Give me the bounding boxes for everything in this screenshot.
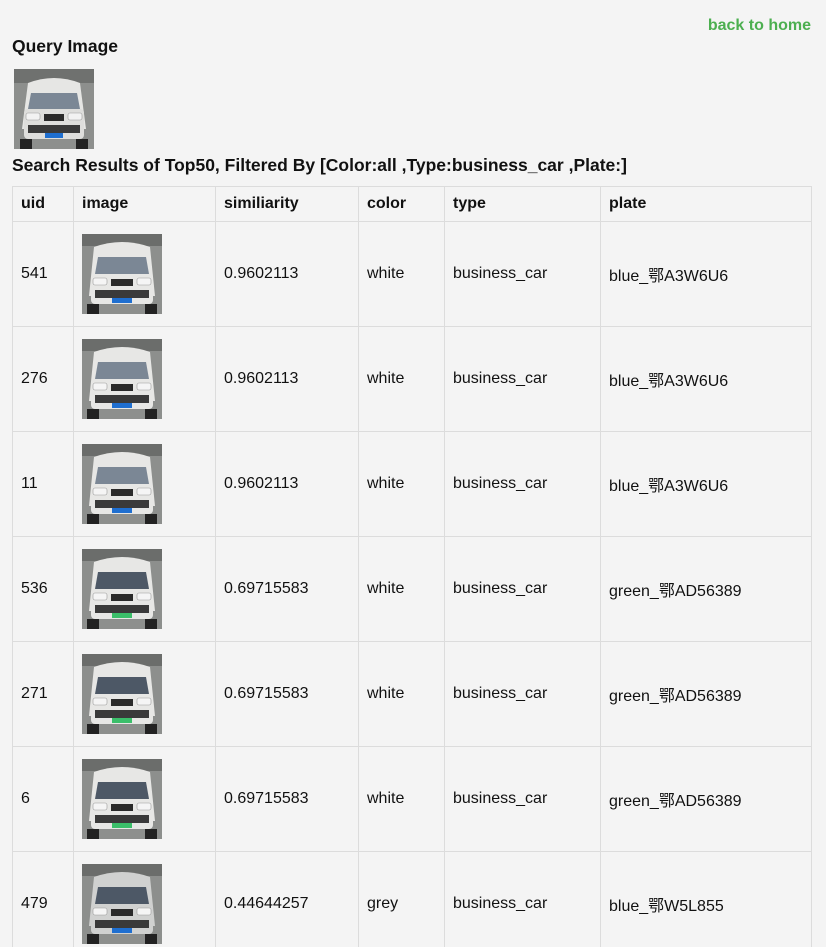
table-row: 11 0.9602113 white business_car blue_鄂A3W6U6 [12,431,812,537]
back-to-home-link[interactable]: back to home [708,17,811,35]
type-cell: business_car [444,746,601,852]
column-header-image: image [73,186,216,222]
color-cell: white [358,746,445,852]
uid-cell: 536 [12,536,74,642]
result-thumbnail[interactable] [82,549,162,629]
type-cell: business_car [444,221,601,327]
color-cell: white [358,536,445,642]
uid-cell: 271 [12,641,74,747]
column-header-uid: uid [12,186,74,222]
van-front-picture [82,864,162,944]
van-front-picture [82,654,162,734]
column-header-color: color [358,186,445,222]
similarity-cell: 0.44644257 [215,851,359,947]
similarity-cell: 0.9602113 [215,221,359,327]
column-header-type: type [444,186,601,222]
color-cell: white [358,221,445,327]
search-results-heading: Search Results of Top50, Filtered By [Co… [12,155,627,175]
van-front-picture [82,759,162,839]
uid-cell: 541 [12,221,74,327]
table-row: 271 0.69715583 white business_car green_鄂AD5… [12,641,812,747]
plate-cell: blue_鄂W5L855 [600,851,812,947]
image-cell [73,326,216,432]
type-cell: business_car [444,536,601,642]
van-front-picture [82,234,162,314]
uid-cell: 479 [12,851,74,947]
uid-cell: 11 [12,431,74,537]
color-cell: white [358,431,445,537]
page: back to home Query Image Search Results … [0,0,826,947]
table-header-row: uid image similiarity color type plate [12,186,812,222]
van-front-picture [14,69,94,149]
van-front-picture [82,444,162,524]
type-cell: business_car [444,326,601,432]
table-row: 479 0.44644257 grey business_car blue_鄂W5L85… [12,851,812,947]
plate-cell: blue_鄂A3W6U6 [600,221,812,327]
query-image [14,69,94,149]
result-thumbnail[interactable] [82,864,162,944]
van-front-picture [82,339,162,419]
result-thumbnail[interactable] [82,339,162,419]
color-cell: white [358,641,445,747]
similarity-cell: 0.69715583 [215,641,359,747]
table-row: 541 0.9602113 white business_car blue_鄂A3W6U… [12,221,812,327]
result-thumbnail[interactable] [82,444,162,524]
column-header-plate: plate [600,186,812,222]
image-cell [73,536,216,642]
table-row: 276 0.9602113 white business_car blue_鄂A3W6U… [12,326,812,432]
uid-cell: 6 [12,746,74,852]
image-cell [73,221,216,327]
similarity-cell: 0.9602113 [215,431,359,537]
result-thumbnail[interactable] [82,654,162,734]
results-table: uid image similiarity color type plate 5… [12,186,812,947]
uid-cell: 276 [12,326,74,432]
color-cell: grey [358,851,445,947]
similarity-cell: 0.69715583 [215,536,359,642]
query-image-heading: Query Image [12,36,119,56]
table-row: 6 0.69715583 white business_car green_鄂AD563… [12,746,812,852]
plate-cell: green_鄂AD56389 [600,641,812,747]
type-cell: business_car [444,851,601,947]
plate-cell: green_鄂AD56389 [600,536,812,642]
van-front-picture [82,549,162,629]
plate-cell: blue_鄂A3W6U6 [600,326,812,432]
similarity-cell: 0.9602113 [215,326,359,432]
image-cell [73,641,216,747]
color-cell: white [358,326,445,432]
image-cell [73,851,216,947]
plate-cell: green_鄂AD56389 [600,746,812,852]
result-thumbnail[interactable] [82,759,162,839]
plate-cell: blue_鄂A3W6U6 [600,431,812,537]
type-cell: business_car [444,641,601,747]
table-row: 536 0.69715583 white business_car green_鄂AD5… [12,536,812,642]
column-header-similarity: similiarity [215,186,359,222]
result-thumbnail[interactable] [82,234,162,314]
type-cell: business_car [444,431,601,537]
results-body: 541 0.9602113 white business_car blue_鄂A3W6U… [12,221,812,947]
similarity-cell: 0.69715583 [215,746,359,852]
image-cell [73,746,216,852]
image-cell [73,431,216,537]
